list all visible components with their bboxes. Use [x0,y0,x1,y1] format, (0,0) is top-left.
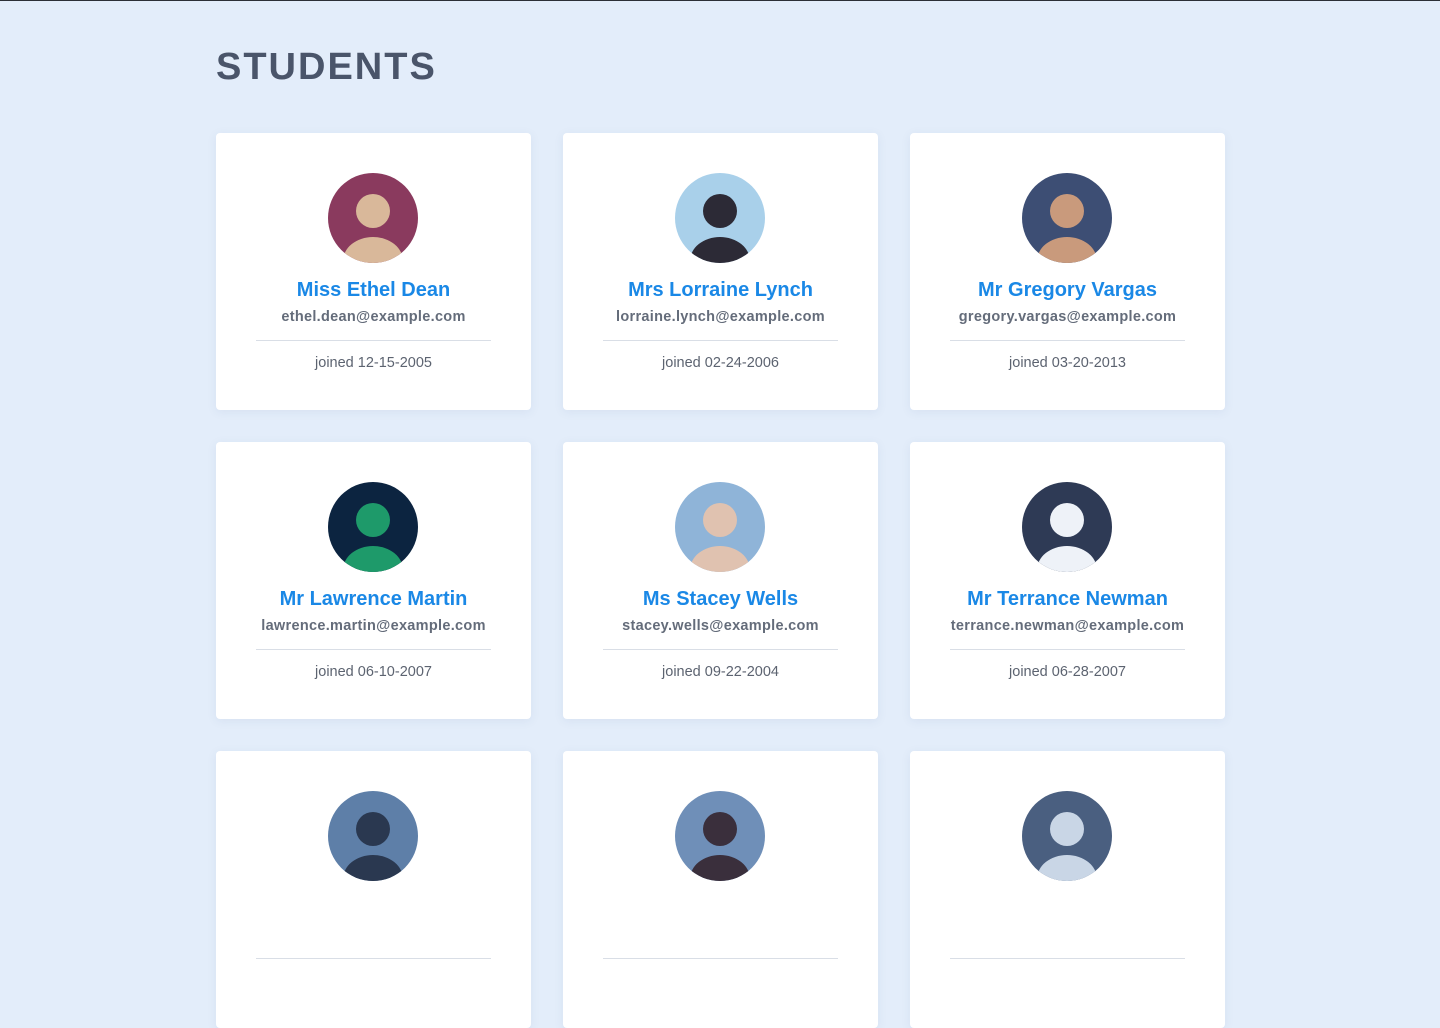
card-divider [603,340,838,341]
joined-date: joined 06-28-2007 [1009,664,1126,680]
avatar [675,482,765,572]
avatar [675,791,765,881]
avatar [328,482,418,572]
student-card[interactable]: Mr Terrance Newman terrance.newman@examp… [910,442,1225,719]
card-divider [950,958,1185,959]
students-grid: Miss Ethel Dean ethel.dean@example.com j… [216,133,1225,1028]
student-name[interactable]: Mr Gregory Vargas [910,278,1225,302]
top-border [0,0,1440,1]
card-divider [603,649,838,650]
avatar [675,173,765,263]
joined-date: joined 02-24-2006 [662,355,779,371]
student-email[interactable]: lorraine.lynch@example.com [563,308,878,326]
student-email[interactable]: stacey.wells@example.com [563,617,878,635]
card-divider [256,340,491,341]
student-card[interactable]: Mr Gregory Vargas gregory.vargas@example… [910,133,1225,410]
card-divider [603,958,838,959]
student-card[interactable]: Mrs Lorraine Lynch lorraine.lynch@exampl… [563,133,878,410]
student-name[interactable]: Ms Stacey Wells [563,587,878,611]
student-card[interactable]: Mr Lawrence Martin lawrence.martin@examp… [216,442,531,719]
student-email[interactable]: terrance.newman@example.com [910,617,1225,635]
student-name[interactable]: Mr Terrance Newman [910,587,1225,611]
avatar [328,173,418,263]
student-email[interactable]: ethel.dean@example.com [216,308,531,326]
card-divider [256,958,491,959]
student-card[interactable] [563,751,878,1028]
card-divider [256,649,491,650]
joined-date: joined 09-22-2004 [662,664,779,680]
student-card[interactable]: Ms Stacey Wells stacey.wells@example.com… [563,442,878,719]
joined-date: joined 06-10-2007 [315,664,432,680]
student-email[interactable]: lawrence.martin@example.com [216,617,531,635]
student-card[interactable]: Miss Ethel Dean ethel.dean@example.com j… [216,133,531,410]
joined-date: joined 03-20-2013 [1009,355,1126,371]
avatar [1022,173,1112,263]
avatar [1022,482,1112,572]
avatar [328,791,418,881]
student-card[interactable] [216,751,531,1028]
joined-date: joined 12-15-2005 [315,355,432,371]
page-title: STUDENTS [216,46,437,88]
student-name[interactable]: Miss Ethel Dean [216,278,531,302]
student-name[interactable]: Mr Lawrence Martin [216,587,531,611]
card-divider [950,340,1185,341]
student-card[interactable] [910,751,1225,1028]
student-name[interactable]: Mrs Lorraine Lynch [563,278,878,302]
student-email[interactable]: gregory.vargas@example.com [910,308,1225,326]
card-divider [950,649,1185,650]
avatar [1022,791,1112,881]
